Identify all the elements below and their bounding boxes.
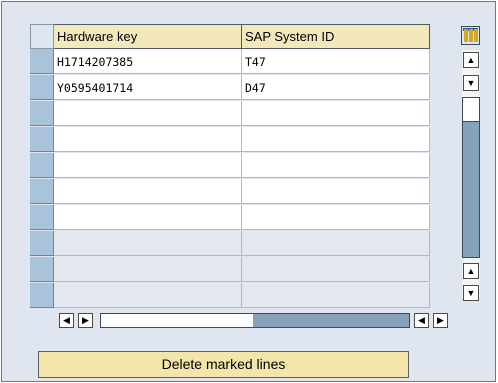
table-cell-sap-system-id[interactable] (242, 179, 430, 204)
table-cell-hardware-key[interactable] (54, 231, 242, 256)
table-cell-hardware-key[interactable]: H1714207385 (54, 49, 242, 74)
arrow-right-icon[interactable]: ▶ (78, 313, 93, 328)
table-cell-sap-system-id[interactable] (242, 257, 430, 282)
arrow-down-icon[interactable]: ▼ (463, 75, 479, 91)
row-selector[interactable] (30, 231, 54, 256)
table-cell-sap-system-id[interactable] (242, 101, 430, 126)
arrow-left-icon[interactable]: ◀ (59, 313, 74, 328)
column-header-hardware-key[interactable]: Hardware key (54, 24, 242, 49)
table-cell-sap-system-id[interactable]: D47 (242, 75, 430, 100)
row-selector[interactable] (30, 283, 54, 308)
column-header-label: SAP System ID (245, 29, 335, 44)
table-cell-hardware-key[interactable] (54, 101, 242, 126)
column-header-label: Hardware key (57, 29, 138, 44)
row-selector[interactable] (30, 127, 54, 152)
row-selector[interactable] (30, 257, 54, 282)
delete-button-label: Delete marked lines (161, 356, 286, 372)
arrow-up-icon[interactable]: ▲ (463, 263, 479, 279)
table-cell-sap-system-id[interactable] (242, 205, 430, 230)
row-selector[interactable] (30, 75, 54, 100)
row-selector[interactable] (30, 179, 54, 204)
column-header-sap-system-id[interactable]: SAP System ID (242, 24, 430, 49)
table-cell-hardware-key[interactable] (54, 127, 242, 152)
row-selector[interactable] (30, 153, 54, 178)
table-cell-sap-system-id[interactable] (242, 231, 430, 256)
arrow-right-icon[interactable]: ▶ (433, 313, 448, 328)
table-cell-hardware-key[interactable] (54, 283, 242, 308)
table-cell-sap-system-id[interactable] (242, 127, 430, 152)
row-selector[interactable] (30, 101, 54, 126)
table-cell-sap-system-id[interactable]: T47 (242, 49, 430, 74)
table-cell-hardware-key[interactable] (54, 179, 242, 204)
table-cell-sap-system-id[interactable] (242, 153, 430, 178)
horizontal-scroll-thumb[interactable] (101, 314, 253, 327)
vertical-scroll-thumb[interactable] (463, 98, 479, 122)
arrow-up-icon[interactable]: ▲ (463, 52, 479, 68)
row-selector[interactable] (30, 49, 54, 74)
select-all-corner[interactable] (30, 24, 54, 49)
table-cell-hardware-key[interactable] (54, 153, 242, 178)
arrow-left-icon[interactable]: ◀ (414, 313, 429, 328)
table-cell-hardware-key[interactable] (54, 205, 242, 230)
column-layout-icon[interactable] (461, 26, 480, 45)
table-cell-hardware-key[interactable]: Y0595401714 (54, 75, 242, 100)
table-cell-hardware-key[interactable] (54, 257, 242, 282)
delete-marked-lines-button[interactable]: Delete marked lines (38, 351, 409, 378)
arrow-down-icon[interactable]: ▼ (463, 285, 479, 301)
row-selector[interactable] (30, 205, 54, 230)
table-cell-sap-system-id[interactable] (242, 283, 430, 308)
